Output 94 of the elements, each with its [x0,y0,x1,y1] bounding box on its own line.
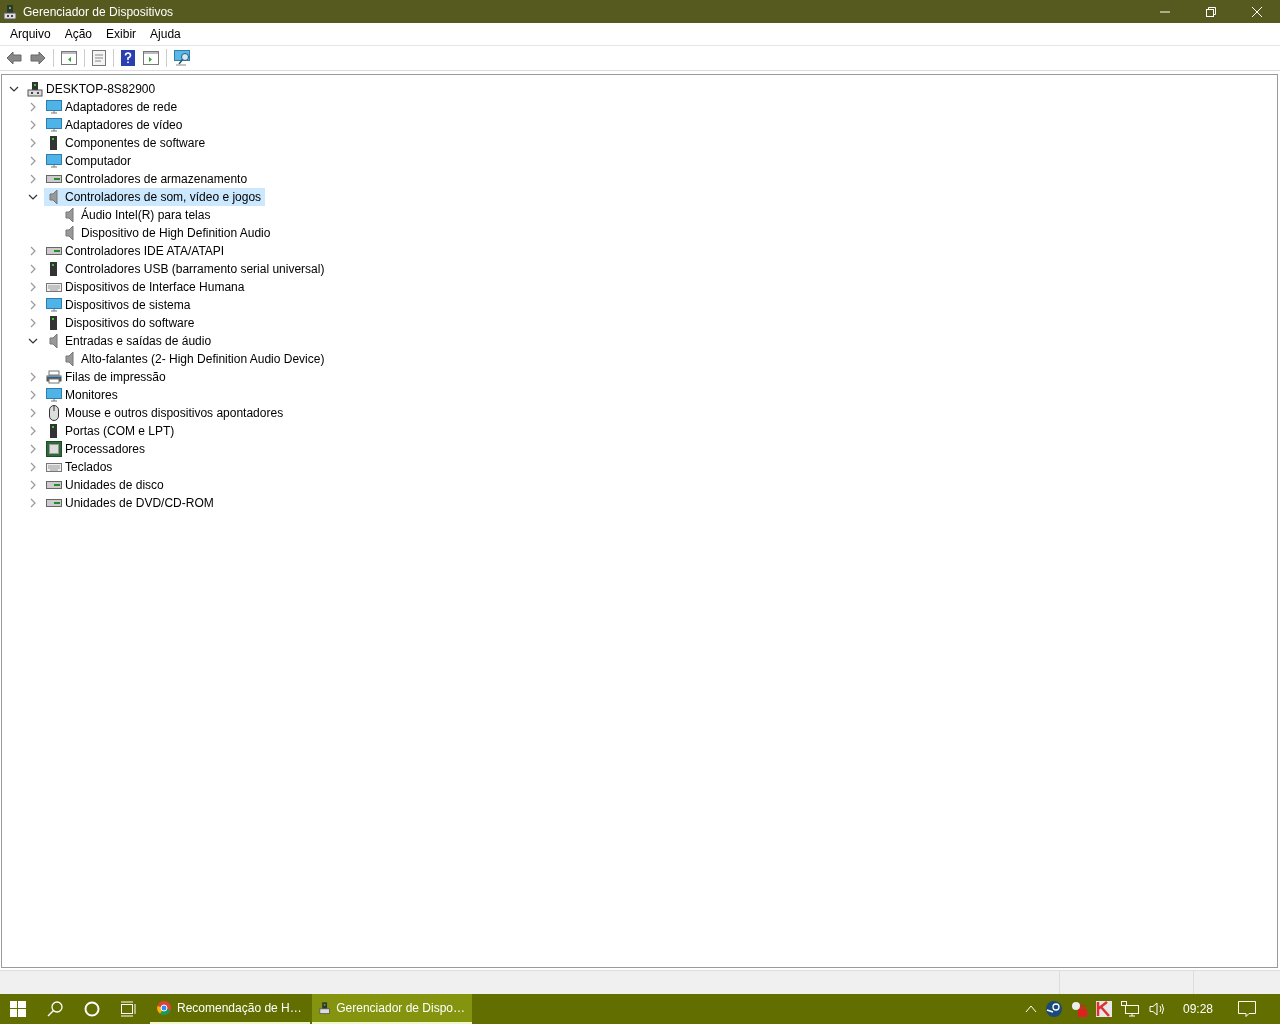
tree-item[interactable]: Filas de impressão [44,368,170,386]
chevron-icon[interactable] [28,336,38,346]
window-icon [61,51,77,65]
window-icon [143,51,159,65]
tree-item[interactable]: Unidades de disco [44,476,168,494]
chevron-icon[interactable] [28,192,38,202]
tree-item[interactable]: Computador [44,152,136,170]
category-label: Monitores [65,388,118,402]
monitor-icon [46,99,62,115]
category-label: Controladores USB (barramento serial universal) [65,262,325,276]
circle-icon [84,1001,100,1017]
tree-item[interactable]: Controladores IDE ATA/ATAPI [44,242,229,260]
computer-name: DESKTOP-8S82900 [46,82,156,96]
category-label: Controladores de som, vídeo e jogos [65,190,262,204]
tree-item[interactable]: Componentes de software [44,134,210,152]
steam-icon[interactable] [1045,1001,1062,1017]
device-label: Dispositivo de High Definition Audio [81,226,271,240]
monitor-icon [46,153,62,169]
category-label: Unidades de disco [65,478,164,492]
menu-item[interactable]: Arquivo [3,27,58,41]
right-arrow-icon [30,51,46,65]
category-label: Processadores [65,442,146,456]
antivirus-icon[interactable] [1095,1001,1112,1017]
category-label: Filas de impressão [65,370,166,384]
tree-item[interactable]: Monitores [44,386,122,404]
restore-icon [1206,6,1216,17]
tree-item[interactable]: Dispositivos do software [44,314,199,332]
monitor-search-icon [174,50,192,66]
task-view-icon [120,1001,138,1017]
chevron-up-icon[interactable] [1024,1005,1037,1013]
tree-item[interactable]: Controladores de som, vídeo e jogos [44,188,266,206]
monitor-icon [46,297,62,313]
properties-button[interactable] [89,48,109,68]
category-label: Adaptadores de rede [65,100,178,114]
device-label: Áudio Intel(R) para telas [81,208,211,222]
computer-icon [27,81,43,97]
tree-item[interactable]: Adaptadores de vídeo [44,116,187,134]
chevron-icon [9,84,19,94]
chip-icon [46,441,62,457]
network-icon[interactable] [1120,1001,1139,1017]
lock-icon[interactable] [1070,1001,1087,1017]
search-icon [47,1001,63,1017]
tree-item[interactable]: Entradas e saídas de áudio [44,332,216,350]
help-button[interactable] [118,48,138,68]
browser-icon [157,1001,171,1015]
category-label: Componentes de software [65,136,206,150]
tree-item[interactable]: Controladores USB (barramento serial universal) [44,260,329,278]
close-icon [1252,6,1262,17]
device-manager-icon [319,1000,331,1016]
action-pane-button[interactable] [140,49,162,67]
help-icon [121,50,135,66]
category-label: Unidades de DVD/CD-ROM [65,496,214,510]
tree-item[interactable]: Áudio Intel(R) para telas [60,206,215,224]
tree-node[interactable]: DESKTOP-8S82900 [2,80,1277,98]
category-label: Dispositivos de Interface Humana [65,280,245,294]
tree-item[interactable]: Unidades de DVD/CD-ROM [44,494,218,512]
notification-icon[interactable] [1238,1001,1256,1017]
tree-item[interactable]: Dispositivos de Interface Humana [44,278,249,296]
console-tree-button[interactable] [58,49,80,67]
printer-icon [46,369,62,385]
window-title: Gerenciador de Dispositivos [23,4,174,19]
left-arrow-icon [6,51,22,65]
category-label: Mouse e outros dispositivos apontadores [65,406,284,420]
clock[interactable]: 09:28 [1182,1002,1213,1016]
category-label: Teclados [65,460,113,474]
category-label: Adaptadores de vídeo [65,118,183,132]
tree-item[interactable]: Dispositivos de sistema [44,296,195,314]
menu-item[interactable]: Ação [57,27,100,41]
speaker-icon[interactable] [1147,1001,1166,1017]
menu-item[interactable]: Exibir [99,27,144,41]
tree-item[interactable]: Portas (COM e LPT) [44,422,179,440]
menu-item[interactable]: Ajuda [143,27,188,41]
tree-item[interactable]: Controladores de armazenamento [44,170,252,188]
tree-item[interactable]: Dispositivo de High Definition Audio [60,224,275,242]
taskbar-window-button[interactable]: Recomendação de H… [150,994,310,1024]
category-label: Dispositivos de sistema [65,298,191,312]
monitor-icon [46,387,62,403]
category-label: Computador [65,154,132,168]
device-manager-icon [3,3,17,20]
windows-logo-icon [10,1001,26,1017]
tree-item[interactable]: Processadores [44,440,150,458]
tree-item[interactable]: Alto-falantes (2- High Definition Audio Device) [60,350,329,368]
monitor-icon [46,117,62,133]
document-icon [92,50,106,66]
category-label: Portas (COM e LPT) [65,424,175,438]
category-label: Dispositivos do software [65,316,195,330]
tree-item[interactable]: Mouse e outros dispositivos apontadores [44,404,288,422]
tree-item[interactable]: Teclados [44,458,117,476]
mouse-icon [46,405,62,421]
tree-item[interactable]: Adaptadores de rede [44,98,182,116]
category-label: Controladores IDE ATA/ATAPI [65,244,225,258]
category-label: Controladores de armazenamento [65,172,248,186]
category-label: Entradas e saídas de áudio [65,334,212,348]
device-label: Alto-falantes (2- High Definition Audio Device) [81,352,325,366]
